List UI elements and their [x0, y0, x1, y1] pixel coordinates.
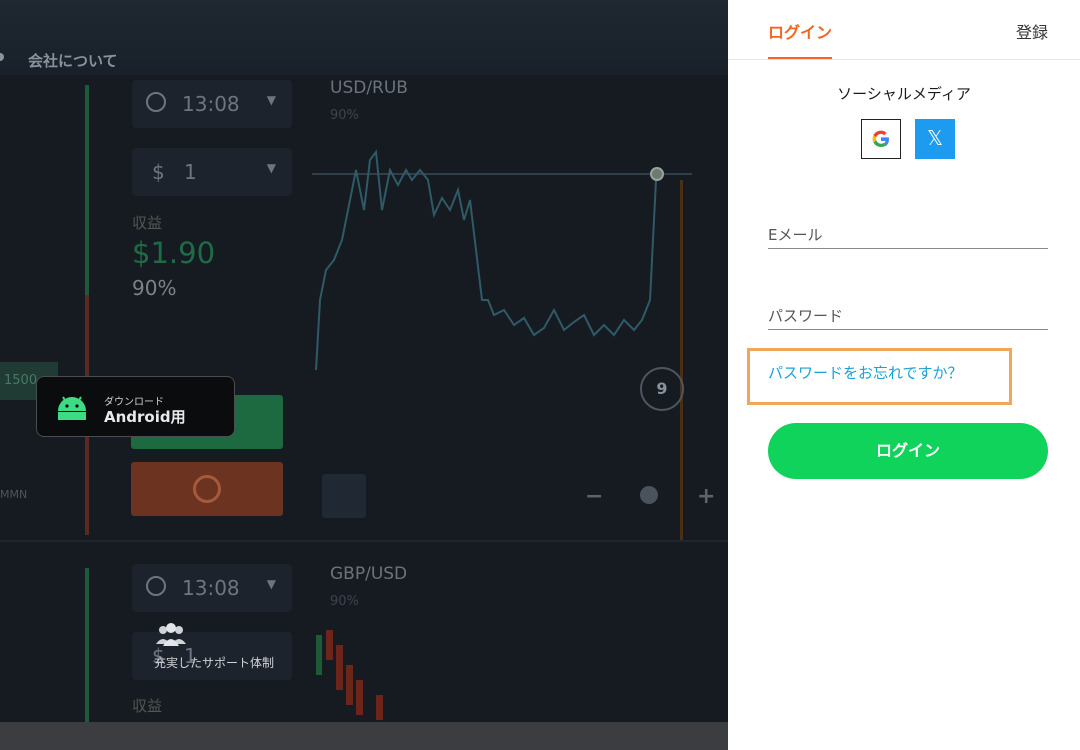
- x-icon: 𝕏: [926, 126, 944, 150]
- chart-pair-percent: 90%: [330, 594, 359, 609]
- expiry-timer: 9: [640, 367, 684, 411]
- payout-label: 収益: [132, 697, 163, 715]
- nav-about-company[interactable]: 会社について: [28, 50, 118, 71]
- tab-active-indicator: [768, 57, 832, 59]
- password-input[interactable]: [768, 299, 1052, 331]
- clock-icon: [146, 92, 166, 112]
- background-trading-platform: 会社について 13:08 ▼ $ 1 ▼ 収益 $1.90 90% 1500 M…: [0, 0, 728, 750]
- email-field[interactable]: Eメール: [768, 218, 1052, 250]
- google-login-button[interactable]: [861, 119, 901, 159]
- panel-divider: [0, 540, 728, 542]
- chart-type-button[interactable]: [322, 474, 366, 518]
- payout-value: $1.90: [132, 236, 216, 270]
- indicator-stripe-green: [85, 85, 89, 295]
- android-download-badge[interactable]: ダウンロード Android用: [36, 376, 235, 437]
- payout-label: 収益: [132, 214, 163, 232]
- chevron-down-icon: ▼: [266, 161, 276, 175]
- email-input[interactable]: [768, 218, 1052, 250]
- zoom-out-button[interactable]: −: [585, 484, 603, 509]
- zoom-in-button[interactable]: +: [697, 484, 715, 509]
- put-button[interactable]: [131, 462, 283, 516]
- password-field[interactable]: パスワード: [768, 299, 1052, 331]
- payout-percent: 90%: [132, 276, 177, 300]
- android-robot-icon: [58, 396, 86, 420]
- chevron-down-icon: ▼: [266, 93, 276, 107]
- amount-input[interactable]: $ 1 ▼: [132, 148, 292, 196]
- tab-register[interactable]: 登録: [1016, 19, 1048, 43]
- tab-login[interactable]: ログイン: [768, 19, 832, 43]
- zoom-reset-icon[interactable]: [640, 486, 658, 504]
- chart-pair-label: GBP/USD: [330, 564, 408, 584]
- login-button[interactable]: ログイン: [768, 423, 1048, 479]
- google-icon: [872, 130, 889, 147]
- login-panel: ログイン 登録 ソーシャルメディア 𝕏 Eメール パスワード パスワードをお忘れ…: [728, 0, 1080, 750]
- candlestick-chart: [316, 630, 383, 720]
- expiry-time-select[interactable]: 13:08 ▼: [132, 564, 292, 612]
- price-line-chart: [312, 149, 692, 371]
- forgot-password-link[interactable]: パスワードをお忘れですか？: [768, 362, 963, 383]
- expiry-time-select[interactable]: 13:08 ▼: [132, 80, 292, 128]
- indicator-stripe-green: [85, 568, 89, 722]
- bottom-bar: [0, 722, 728, 750]
- x-login-button[interactable]: 𝕏: [915, 119, 955, 159]
- social-media-title: ソーシャルメディア: [837, 85, 971, 103]
- chevron-down-icon: ▼: [266, 577, 276, 591]
- clock-icon: [146, 576, 166, 596]
- auth-tabs: ログイン 登録: [728, 0, 1080, 60]
- arrow-down-icon: [193, 475, 221, 503]
- left-small-text: MMN: [0, 488, 28, 501]
- users-icon: [156, 623, 186, 646]
- chart-pair-label: USD/RUB: [330, 78, 408, 98]
- chart-pair-percent: 90%: [330, 108, 359, 123]
